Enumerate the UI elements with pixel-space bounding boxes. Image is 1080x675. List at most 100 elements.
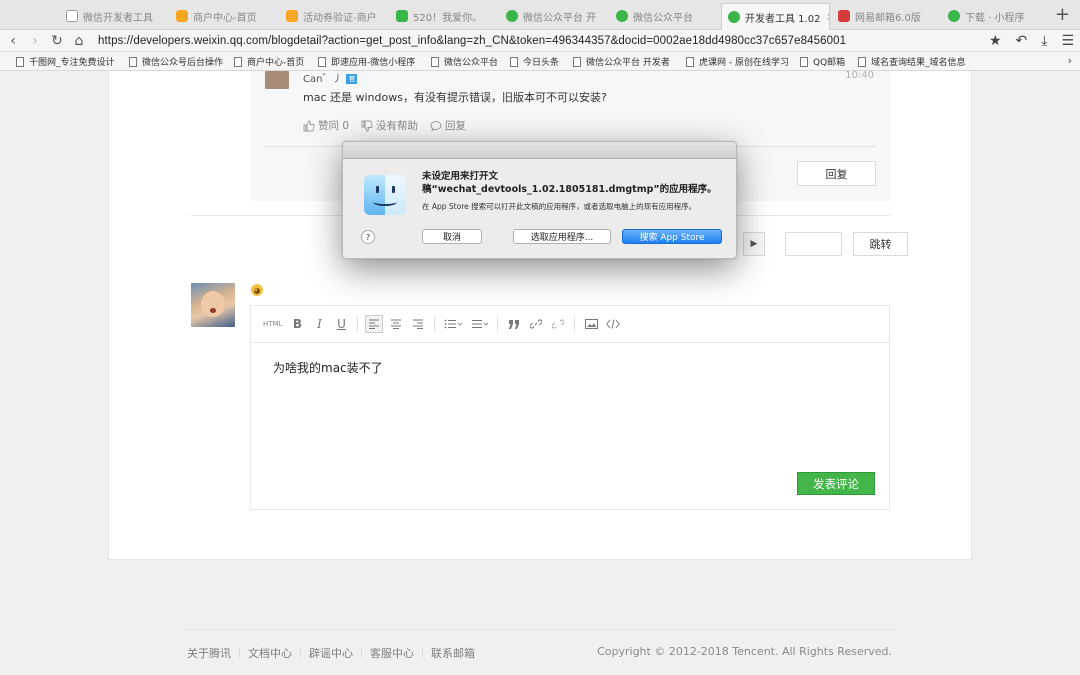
forward-icon[interactable]: › bbox=[24, 33, 46, 49]
comment-editor: HTML B I U 为啥我的mac装不了 发表评论 bbox=[250, 305, 890, 510]
document-icon bbox=[858, 56, 866, 67]
undo-icon[interactable]: ↶ bbox=[1016, 33, 1028, 49]
avatar[interactable] bbox=[191, 283, 235, 327]
finder-icon bbox=[364, 175, 406, 215]
footer-link-about[interactable]: 关于腾讯 bbox=[187, 645, 239, 661]
reply-link[interactable]: 回复 bbox=[430, 118, 466, 133]
mail-favicon-icon bbox=[838, 10, 850, 22]
star-favicon-icon bbox=[286, 10, 298, 22]
like-button[interactable]: 赞同 0 bbox=[303, 118, 349, 133]
unhelpful-button[interactable]: 没有帮助 bbox=[361, 118, 418, 133]
bookmarks-more-icon[interactable]: › bbox=[1068, 54, 1072, 67]
bookmark-item[interactable]: 虎课网 - 原创在线学习 bbox=[686, 55, 789, 68]
bookmark-item[interactable]: 微信公众平台 开发者 bbox=[573, 55, 670, 68]
document-icon bbox=[431, 56, 439, 67]
close-tab-icon[interactable]: × bbox=[826, 12, 829, 23]
next-page-button[interactable]: ▶ bbox=[743, 232, 765, 256]
reply-button[interactable]: 回复 bbox=[797, 161, 876, 186]
reply-time: 10:40 bbox=[845, 70, 874, 81]
thumbs-up-icon bbox=[303, 120, 315, 131]
dialog-title: 未设定用来打开文 稿“wechat_devtools_1.02.1805181.… bbox=[422, 171, 717, 195]
quote-icon[interactable] bbox=[505, 315, 523, 333]
back-icon[interactable]: ‹ bbox=[2, 33, 24, 49]
pagination: ▶ 跳转 bbox=[743, 232, 908, 256]
footer-link-support[interactable]: 客服中心 bbox=[362, 645, 422, 661]
html-source-button[interactable]: HTML bbox=[261, 315, 284, 333]
document-icon bbox=[129, 56, 137, 67]
search-app-store-button[interactable]: 搜索 App Store bbox=[622, 229, 722, 244]
cancel-button[interactable]: 取消 bbox=[422, 229, 482, 244]
comment-icon bbox=[430, 120, 442, 131]
code-icon[interactable] bbox=[604, 315, 622, 333]
editor-content[interactable]: 为啥我的mac装不了 bbox=[273, 359, 383, 376]
bookmark-item[interactable]: 商户中心-首页 bbox=[234, 55, 304, 68]
url-field[interactable]: https://developers.weixin.qq.com/blogdet… bbox=[98, 35, 846, 47]
browser-tab-bar: 微信开发者工具 商户中心-首页 活动券验证-商户 520！我爱你。 微信公众平台… bbox=[0, 0, 1080, 30]
jump-button[interactable]: 跳转 bbox=[853, 232, 908, 256]
bookmark-item[interactable]: 微信公众平台 bbox=[431, 55, 498, 68]
document-icon bbox=[318, 56, 326, 67]
official-badge: 官 bbox=[346, 74, 358, 84]
star-favicon-icon bbox=[176, 10, 188, 22]
unlink-icon[interactable] bbox=[549, 315, 567, 333]
tab-merchant-home[interactable]: 商户中心-首页 bbox=[170, 4, 280, 28]
dialog-description: 在 App Store 搜索可以打开此文稿的应用程序，或者选取电脑上的现有应用程… bbox=[422, 202, 697, 211]
wechat-favicon-icon bbox=[948, 10, 960, 22]
underline-button[interactable]: U bbox=[332, 315, 350, 333]
footer-links: 关于腾讯 文档中心 辟谣中心 客服中心 联系邮箱 bbox=[187, 645, 483, 661]
page-number-input[interactable] bbox=[785, 232, 842, 256]
tab-163-mail[interactable]: 网易邮箱6.0版 bbox=[832, 4, 940, 28]
new-tab-button[interactable]: + bbox=[1055, 4, 1070, 25]
home-icon[interactable]: ⌂ bbox=[68, 33, 90, 49]
tab-wechat-mp[interactable]: 微信公众平台 bbox=[610, 4, 720, 28]
document-icon bbox=[686, 56, 694, 67]
address-bar: ‹ › ↻ ⌂ https://developers.weixin.qq.com… bbox=[0, 30, 1080, 52]
reply-actions: 赞同 0 没有帮助 回复 bbox=[303, 118, 466, 133]
bold-button[interactable]: B bbox=[288, 315, 306, 333]
bookmark-item[interactable]: 即速应用-微信小程序 bbox=[318, 55, 415, 68]
help-button[interactable]: ? bbox=[361, 230, 375, 244]
link-icon[interactable] bbox=[527, 315, 545, 333]
italic-button[interactable]: I bbox=[310, 315, 328, 333]
wechat-favicon-icon bbox=[728, 11, 740, 23]
submit-comment-button[interactable]: 发表评论 bbox=[797, 472, 875, 495]
footer-link-email[interactable]: 联系邮箱 bbox=[423, 645, 483, 661]
tab-520[interactable]: 520！我爱你。 bbox=[390, 4, 500, 28]
bookmark-item[interactable]: QQ邮箱 bbox=[800, 55, 845, 68]
menu-icon[interactable]: ☰ bbox=[1061, 33, 1074, 49]
document-icon bbox=[510, 56, 518, 67]
editor-toolbar: HTML B I U bbox=[251, 306, 889, 343]
copyright: Copyright © 2012-2018 Tencent. All Right… bbox=[597, 645, 892, 658]
ordered-list-icon[interactable] bbox=[442, 315, 464, 333]
dialog-titlebar[interactable] bbox=[343, 142, 736, 159]
document-icon bbox=[234, 56, 242, 67]
page-icon bbox=[66, 10, 78, 22]
wechat-favicon-icon bbox=[616, 10, 628, 22]
unordered-list-icon[interactable] bbox=[468, 315, 490, 333]
wechat-favicon-icon bbox=[506, 10, 518, 22]
reply-author[interactable]: Can゛丿官 bbox=[303, 70, 358, 85]
image-icon[interactable] bbox=[582, 315, 600, 333]
bookmark-item[interactable]: 微信公众号后台操作 bbox=[129, 55, 223, 68]
avatar[interactable] bbox=[265, 71, 289, 89]
emoji-icon[interactable]: ◕ bbox=[251, 284, 263, 296]
footer-link-rumor[interactable]: 辟谣中心 bbox=[301, 645, 361, 661]
open-with-dialog: 未设定用来打开文 稿“wechat_devtools_1.02.1805181.… bbox=[342, 141, 737, 259]
reload-icon[interactable]: ↻ bbox=[46, 33, 68, 49]
tab-devtools-active[interactable]: 开发者工具 1.02 × bbox=[721, 3, 830, 30]
tab-wechat-devtools[interactable]: 微信开发者工具 bbox=[60, 4, 170, 28]
align-left-icon[interactable] bbox=[365, 315, 384, 333]
bookmark-item[interactable]: 千图网_专注免费设计 bbox=[16, 55, 115, 68]
thumbs-down-icon bbox=[361, 120, 373, 131]
align-center-icon[interactable] bbox=[387, 315, 405, 333]
choose-application-button[interactable]: 选取应用程序... bbox=[513, 229, 611, 244]
bookmark-item[interactable]: 域名查询结果_域名信息 bbox=[858, 55, 966, 68]
bookmark-item[interactable]: 今日头条 bbox=[510, 55, 559, 68]
tab-wechat-mp-dev[interactable]: 微信公众平台 开 bbox=[500, 4, 610, 28]
download-icon[interactable]: ⤓ bbox=[1041, 33, 1047, 49]
align-right-icon[interactable] bbox=[409, 315, 427, 333]
star-icon[interactable]: ★ bbox=[989, 33, 1002, 49]
footer-link-docs[interactable]: 文档中心 bbox=[240, 645, 300, 661]
tab-coupon-verify[interactable]: 活动券验证-商户 bbox=[280, 4, 390, 28]
tab-download-miniprogram[interactable]: 下载 · 小程序 bbox=[942, 4, 1050, 28]
